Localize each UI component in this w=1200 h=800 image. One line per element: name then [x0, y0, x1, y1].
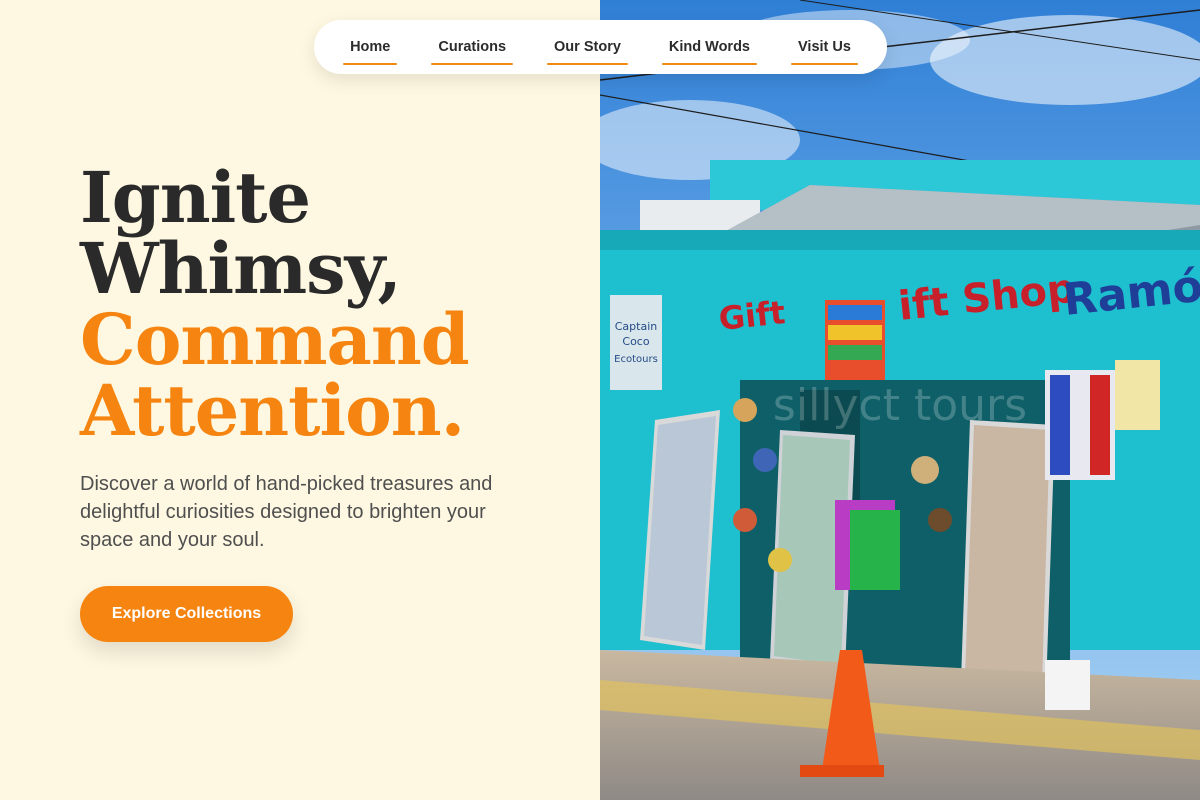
explore-collections-button[interactable]: Explore Collections [80, 586, 293, 642]
gift-shop-illustration: Captain Coco Ecotours Gift ift Shop Ramó… [600, 0, 1200, 800]
svg-text:Gift: Gift [717, 293, 787, 338]
headline-line-command: Command [80, 298, 470, 381]
headline-line-whimsy: Whimsy, [80, 227, 402, 310]
hero-subtext: Discover a world of hand-picked treasure… [80, 473, 493, 551]
gift-shop-photo: Captain Coco Ecotours Gift ift Shop Ramó… [600, 0, 1200, 800]
nav-visit-us-link[interactable]: Visit Us [791, 39, 858, 65]
nav-kind-words-link[interactable]: Kind Words [661, 39, 758, 65]
headline-line-attention: Attention. [80, 369, 465, 452]
nav-home-link[interactable]: Home [343, 39, 398, 65]
nav-curations-link[interactable]: Curations [431, 39, 513, 65]
hero-headline: Ignite Whimsy, Command Attention. [80, 156, 470, 452]
svg-text:Captain: Captain [615, 320, 658, 333]
svg-text:sillyct tours: sillyct tours [773, 380, 1027, 431]
svg-text:Coco: Coco [622, 335, 649, 348]
headline-line-ignite: Ignite [80, 156, 311, 239]
svg-text:Ecotours: Ecotours [614, 354, 658, 365]
nav-our-story-link[interactable]: Our Story [547, 39, 628, 65]
top-navigation: Home Curations Our Story Kind Words Visi… [314, 20, 887, 74]
